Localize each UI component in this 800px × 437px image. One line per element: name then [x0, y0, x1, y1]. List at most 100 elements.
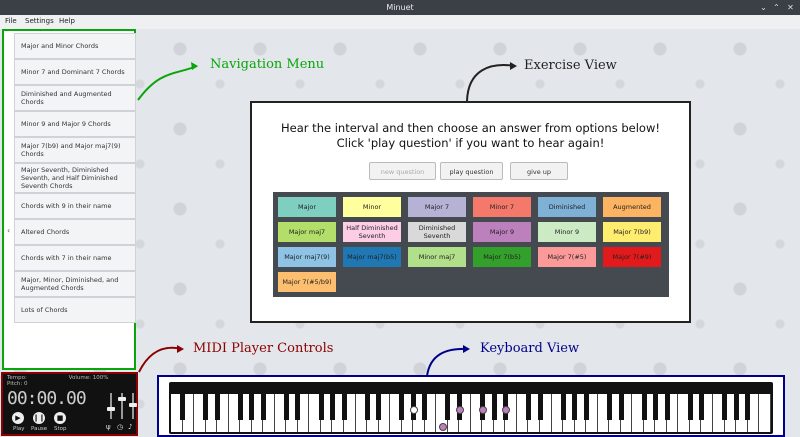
- answer-grid: Major Minor Major 7 Minor 7 Diminished Augmen…: [273, 192, 669, 297]
- question-text: Hear the interval and then choose an ans…: [252, 121, 689, 151]
- navigation-menu: ‹ Major and Minor Chords Minor 7 and Dom…: [2, 29, 136, 370]
- play-question-button[interactable]: play question: [440, 162, 503, 180]
- black-key[interactable]: [237, 394, 243, 420]
- black-key[interactable]: [687, 394, 693, 420]
- nav-item[interactable]: Major 7(b9) and Major maj7(9) Chords: [14, 137, 136, 163]
- tempo-slider[interactable]: [107, 393, 115, 419]
- nav-item[interactable]: Major Seventh, Diminished Seventh, and H…: [14, 163, 136, 193]
- black-key[interactable]: [537, 394, 543, 420]
- nav-item[interactable]: Major, Minor, Diminished, and Augmented …: [14, 271, 136, 297]
- answer-button[interactable]: Diminished: [538, 197, 596, 217]
- black-key[interactable]: [341, 394, 347, 420]
- maximize-icon[interactable]: ⌃: [771, 2, 782, 13]
- black-key[interactable]: [376, 394, 382, 420]
- black-key[interactable]: [180, 394, 186, 420]
- black-key[interactable]: [295, 394, 301, 420]
- pause-button[interactable]: ❙❙: [33, 412, 45, 424]
- black-key[interactable]: [283, 394, 289, 420]
- close-icon[interactable]: ✕: [785, 2, 796, 13]
- answer-button[interactable]: Major maj7(b5): [343, 247, 401, 267]
- black-key[interactable]: [422, 394, 428, 420]
- black-key[interactable]: [364, 394, 370, 420]
- black-key[interactable]: [641, 394, 647, 420]
- answer-button[interactable]: Minor 9: [538, 222, 596, 242]
- nav-item[interactable]: Major and Minor Chords: [14, 33, 136, 59]
- stop-icon: ■: [56, 414, 64, 422]
- nav-item[interactable]: Chords with 7 in their name: [14, 245, 136, 271]
- black-key[interactable]: [399, 394, 405, 420]
- volume-slider[interactable]: [118, 393, 126, 419]
- title-bar: Minuet ⌄ ⌃ ✕: [0, 0, 800, 15]
- answer-button[interactable]: Major 7(b9): [603, 222, 661, 242]
- answer-button[interactable]: Major maj7: [278, 222, 336, 242]
- menu-help[interactable]: Help: [59, 17, 75, 25]
- tempo-slider-handle[interactable]: [107, 407, 115, 411]
- black-key[interactable]: [572, 394, 578, 420]
- answer-button[interactable]: Augmented: [603, 197, 661, 217]
- black-key[interactable]: [318, 394, 324, 420]
- black-key[interactable]: [526, 394, 532, 420]
- black-key[interactable]: [653, 394, 659, 420]
- nav-item[interactable]: Altered Chords: [14, 219, 136, 245]
- answer-button[interactable]: Major maj7(9): [278, 247, 336, 267]
- black-key[interactable]: [249, 394, 255, 420]
- keyboard-view-annotation: Keyboard View: [480, 341, 580, 356]
- black-key[interactable]: [699, 394, 705, 420]
- black-key[interactable]: [445, 394, 451, 420]
- window-title: Minuet: [386, 3, 414, 12]
- exercise-view-annotation: Exercise View: [524, 58, 617, 73]
- stop-button[interactable]: ■: [54, 412, 66, 424]
- black-key[interactable]: [606, 394, 612, 420]
- black-key[interactable]: [214, 394, 220, 420]
- answer-button[interactable]: Major: [278, 197, 336, 217]
- nav-item[interactable]: Lots of Chords: [14, 297, 136, 323]
- note-marker: [410, 406, 418, 414]
- tempo-icon: ψ: [106, 423, 111, 431]
- chevron-left-icon[interactable]: ‹: [7, 226, 10, 235]
- nav-item[interactable]: Diminished and Augmented Chords: [14, 85, 136, 111]
- menu-file[interactable]: File: [5, 17, 17, 25]
- answer-button[interactable]: Major 7(#5/b9): [278, 272, 336, 292]
- answer-button[interactable]: Half Diminished Seventh: [343, 222, 401, 242]
- black-key[interactable]: [260, 394, 266, 420]
- black-key[interactable]: [722, 394, 728, 420]
- answer-button[interactable]: Diminished Seventh: [408, 222, 466, 242]
- black-key[interactable]: [330, 394, 336, 420]
- note-marker: [502, 406, 510, 414]
- midi-player: Tempo: Volume: 100% Pitch: 0 00:00.00 ▶ …: [1, 372, 138, 436]
- menu-settings[interactable]: Settings: [25, 17, 54, 25]
- black-key[interactable]: [733, 394, 739, 420]
- question-line-1: Hear the interval and then choose an ans…: [281, 121, 660, 135]
- menu-bar: File Settings Help: [0, 15, 800, 30]
- volume-label: Volume: 100%: [68, 375, 109, 381]
- black-key[interactable]: [745, 394, 751, 420]
- black-key[interactable]: [560, 394, 566, 420]
- midi-player-annotation: MIDI Player Controls: [193, 341, 334, 356]
- pitch-slider-handle[interactable]: [129, 403, 137, 407]
- answer-button[interactable]: Minor: [343, 197, 401, 217]
- black-key[interactable]: [491, 394, 497, 420]
- pitch-slider[interactable]: [129, 393, 137, 419]
- nav-item[interactable]: Minor 9 and Major 9 Chords: [14, 111, 136, 137]
- time-display: 00:00.00: [7, 388, 87, 409]
- answer-button[interactable]: Major 7(#9): [603, 247, 661, 267]
- new-question-button[interactable]: new question: [369, 162, 436, 180]
- answer-button[interactable]: Major 7: [408, 197, 466, 217]
- nav-item[interactable]: Chords with 9 in their name: [14, 193, 136, 219]
- answer-button[interactable]: Major 7(b5): [473, 247, 531, 267]
- volume-slider-handle[interactable]: [118, 397, 126, 401]
- stop-label: Stop: [54, 426, 67, 432]
- give-up-button[interactable]: give up: [510, 162, 568, 180]
- black-keys: [169, 394, 773, 420]
- black-key[interactable]: [203, 394, 209, 420]
- answer-button[interactable]: Minor 7: [473, 197, 531, 217]
- minimize-icon[interactable]: ⌄: [758, 2, 769, 13]
- answer-button[interactable]: Minor maj7: [408, 247, 466, 267]
- nav-item[interactable]: Minor 7 and Dominant 7 Chords: [14, 59, 136, 85]
- answer-button[interactable]: Major 7(#5): [538, 247, 596, 267]
- black-key[interactable]: [583, 394, 589, 420]
- black-key[interactable]: [618, 394, 624, 420]
- play-button[interactable]: ▶: [12, 412, 24, 424]
- black-key[interactable]: [664, 394, 670, 420]
- answer-button[interactable]: Major 9: [473, 222, 531, 242]
